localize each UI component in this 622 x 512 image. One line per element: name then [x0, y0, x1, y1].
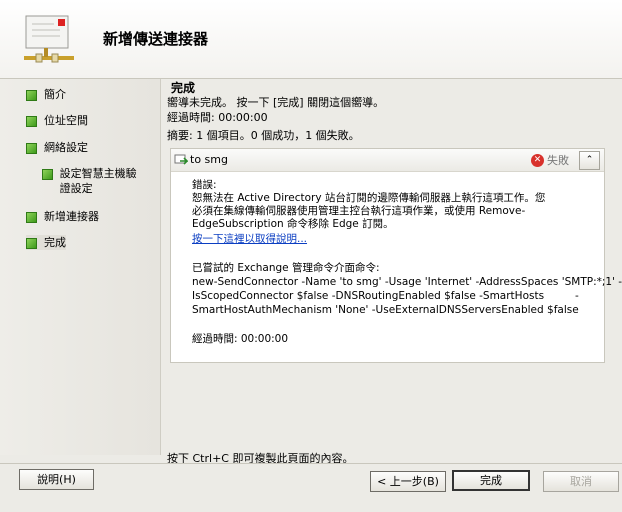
completion-status: 嚮導未完成。 按一下 [完成] 關閉這個嚮導。	[167, 96, 385, 109]
step-completion[interactable]: 完成	[26, 235, 66, 250]
step-smart-host-auth[interactable]: 設定智慧主機驗證設定	[42, 166, 142, 196]
task-elapsed-time: 經過時間: 00:00:00	[192, 333, 289, 345]
collapse-button[interactable]: ⌃	[579, 151, 600, 170]
help-button[interactable]: 說明(H)	[19, 469, 94, 490]
step-address-space[interactable]: 位址空間	[26, 113, 88, 128]
command-line: IsScopedConnector $false -DNSRoutingEnab…	[192, 290, 545, 302]
summary-text: 摘要: 1 個項目。0 個成功，1 個失敗。	[167, 129, 360, 142]
send-connector-icon	[24, 15, 74, 63]
step-complete-icon	[26, 143, 37, 154]
command-line: SmartHostAuthMechanism 'None' -UseExtern…	[192, 304, 579, 316]
task-name: to smg	[190, 153, 228, 166]
step-network-settings[interactable]: 網絡設定	[26, 140, 88, 155]
chevron-up-icon: ⌃	[585, 155, 594, 165]
elapsed-time: 經過時間: 00:00:00	[167, 111, 268, 124]
error-line: EdgeSubscription 命令移除 Edge 訂閱。	[192, 218, 394, 230]
help-link[interactable]: 按一下這裡以取得說明...	[192, 233, 307, 245]
footer-divider	[0, 463, 622, 464]
step-complete-icon	[26, 212, 37, 223]
error-label: 錯誤:	[192, 179, 217, 191]
error-line: 必須在集線傳輸伺服器使用管理主控台執行這項作業，或使用 Remove-	[192, 205, 526, 217]
error-line: 恕無法在 Active Directory 站台訂閱的邊際傳輸伺服器上執行這項工…	[192, 192, 546, 204]
step-complete-icon	[42, 169, 53, 180]
wizard-steps-sidebar: 簡介 位址空間 網絡設定 設定智慧主機驗證設定 新增連接器 完成	[0, 79, 161, 455]
step-complete-icon	[26, 90, 37, 101]
error-icon: ✕	[531, 153, 544, 167]
finish-button[interactable]: 完成	[452, 470, 530, 491]
wizard-header: 新增傳送連接器	[0, 0, 622, 79]
connector-task-icon	[174, 154, 188, 165]
back-button[interactable]: < 上一步(B)	[370, 471, 446, 492]
wizard-title: 新增傳送連接器	[103, 30, 209, 48]
command-line: new-SendConnector -Name 'to smg' -Usage …	[192, 276, 622, 288]
task-status: ✕ 失敗	[531, 152, 569, 168]
command-line-dash: -	[575, 290, 579, 302]
cancel-button: 取消	[543, 471, 619, 492]
task-result-panel: to smg ✕ 失敗 ⌃ 錯誤: 恕無法在 Active Directory …	[170, 148, 622, 363]
command-label: 已嘗試的 Exchange 管理命令介面命令:	[192, 262, 380, 274]
step-new-connector[interactable]: 新增連接器	[26, 209, 99, 224]
task-header: to smg ✕ 失敗 ⌃	[171, 149, 604, 172]
step-complete-icon	[26, 238, 37, 249]
step-introduction[interactable]: 簡介	[26, 87, 66, 102]
step-complete-icon	[26, 116, 37, 127]
